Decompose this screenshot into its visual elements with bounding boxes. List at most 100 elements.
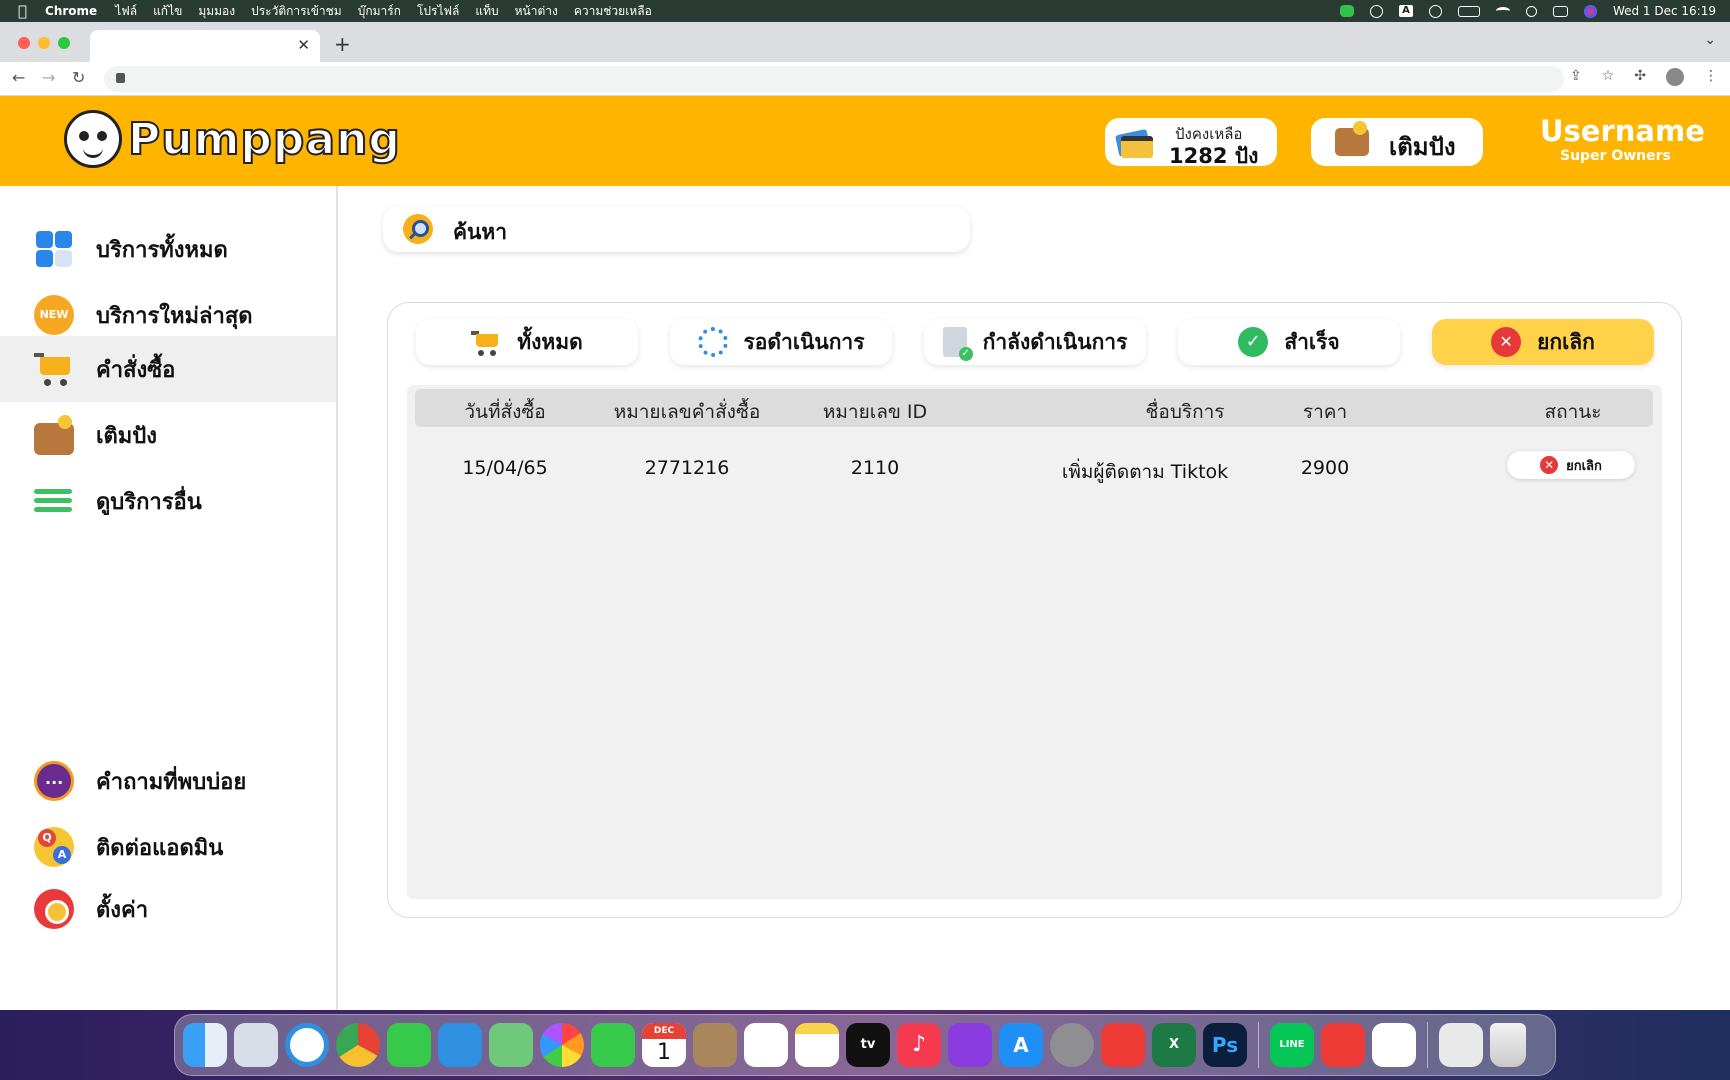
messages-icon[interactable]	[387, 1023, 431, 1067]
extensions-icon[interactable]: ✣	[1634, 68, 1646, 86]
sidebar-item-orders[interactable]: คำสั่งซื้อ	[0, 336, 336, 402]
sidebar-item-other-services[interactable]: ดูบริการอื่น	[0, 468, 336, 534]
menubar-clock[interactable]: Wed 1 Dec 16:19	[1613, 4, 1716, 18]
menu-view[interactable]: มุมมอง	[198, 2, 235, 21]
close-window-button[interactable]	[18, 37, 30, 49]
share-icon[interactable]: ⇪	[1570, 68, 1582, 86]
trash-icon[interactable]	[1490, 1023, 1526, 1067]
user-status-icon[interactable]	[1428, 4, 1442, 18]
status-badge[interactable]: ✕ ยกเลิก	[1507, 451, 1635, 479]
line-status-icon[interactable]	[1339, 5, 1354, 17]
search-input[interactable]: ค้นหา	[383, 206, 970, 252]
textedit-icon[interactable]	[1372, 1023, 1416, 1067]
anydesk-icon[interactable]	[1321, 1023, 1365, 1067]
menu-edit[interactable]: แก้ไข	[153, 2, 182, 21]
spotlight-icon[interactable]	[1525, 5, 1537, 17]
sidebar-item-contact-admin[interactable]: ติดต่อแอดมิน	[0, 814, 336, 880]
back-icon[interactable]: ←	[12, 68, 25, 87]
topup-button[interactable]: เติมปัง	[1311, 118, 1483, 166]
reload-icon[interactable]: ↻	[72, 68, 85, 87]
wifi-icon[interactable]	[1495, 7, 1510, 15]
mail-icon[interactable]	[438, 1023, 482, 1067]
search-label: ค้นหา	[453, 220, 508, 244]
bookmark-star-icon[interactable]: ☆	[1602, 68, 1615, 86]
close-tab-icon[interactable]: ✕	[297, 36, 310, 54]
maps-icon[interactable]	[489, 1023, 533, 1067]
column-header-date: วันที่สั่งซื้อ	[464, 401, 546, 423]
table-row[interactable]: 15/04/65 2771216 2110 เพิ่มผู้ติดตาม Tik…	[415, 451, 1653, 487]
filter-all-button[interactable]: ทั้งหมด	[416, 319, 638, 365]
forward-icon[interactable]: →	[42, 68, 55, 87]
sidebar-item-faq[interactable]: คำถามที่พบบ่อย	[0, 748, 336, 814]
address-bar[interactable]	[104, 66, 1564, 92]
contacts-icon[interactable]	[693, 1023, 737, 1067]
podcasts-icon[interactable]	[948, 1023, 992, 1067]
line-app-icon[interactable]: LINE	[1270, 1023, 1314, 1067]
input-source-icon[interactable]: A	[1398, 5, 1413, 17]
filter-label: รอดำเนินการ	[743, 329, 865, 354]
sidebar-item-label: บริการใหม่ล่าสุด	[96, 303, 253, 329]
zoom-window-button[interactable]	[58, 37, 70, 49]
gear-icon	[34, 889, 74, 929]
safari-icon[interactable]	[285, 1023, 329, 1067]
anydesk-icon[interactable]	[1101, 1023, 1145, 1067]
filter-success-button[interactable]: ✓ สำเร็จ	[1178, 319, 1400, 365]
profile-avatar-icon[interactable]	[1666, 68, 1684, 86]
browser-tab[interactable]: ✕	[90, 30, 320, 62]
system-preferences-icon[interactable]	[1050, 1023, 1094, 1067]
sidebar-item-label: ดูบริการอื่น	[96, 489, 202, 515]
photos-icon[interactable]	[540, 1023, 584, 1067]
dock-separator	[1258, 1022, 1259, 1068]
preview-window-icon[interactable]	[1439, 1023, 1483, 1067]
filter-label: ยกเลิก	[1537, 329, 1595, 354]
menu-bookmarks[interactable]: บุ๊กมาร์ก	[358, 2, 401, 21]
menubar-status-area: A Wed 1 Dec 16:19	[1339, 0, 1716, 22]
calendar-icon[interactable]: DEC 1	[642, 1023, 686, 1067]
app-store-icon[interactable]: A	[999, 1023, 1043, 1067]
menu-history[interactable]: ประวัติการเข้าชม	[251, 2, 342, 21]
chrome-menu-icon[interactable]: ⋮	[1704, 68, 1718, 86]
notes-icon[interactable]	[795, 1023, 839, 1067]
menubar-app-name[interactable]: Chrome	[45, 4, 97, 18]
photoshop-icon[interactable]: Ps	[1203, 1023, 1247, 1067]
excel-icon[interactable]: X	[1152, 1023, 1196, 1067]
site-logo[interactable]: Pumppang	[64, 110, 401, 168]
filter-cancelled-button[interactable]: ✕ ยกเลิก	[1432, 319, 1654, 365]
menu-tab[interactable]: แท็บ	[475, 2, 498, 21]
dock-separator	[1427, 1022, 1428, 1068]
chrome-icon[interactable]	[336, 1023, 380, 1067]
creative-cloud-icon[interactable]	[1369, 4, 1383, 18]
music-icon[interactable]: ♪	[897, 1023, 941, 1067]
apple-icon[interactable]: 	[18, 2, 27, 20]
orders-table: วันที่สั่งซื้อ หมายเลขคำสั่งซื้อ หมายเลข…	[407, 385, 1662, 899]
macos-dock: DEC 1 tv ♪ A X Ps LINE	[174, 1014, 1556, 1076]
qa-icon	[34, 827, 74, 867]
menu-profiles[interactable]: โปรไฟล์	[417, 2, 459, 21]
menu-window[interactable]: หน้าต่าง	[515, 2, 558, 21]
sidebar-item-label: บริการทั้งหมด	[96, 237, 228, 263]
macos-menubar:  Chrome ไฟล์ แก้ไข มุมมอง ประวัติการเข้…	[0, 0, 1730, 22]
minimize-window-button[interactable]	[38, 37, 50, 49]
username[interactable]: Username	[1540, 114, 1705, 148]
filter-processing-button[interactable]: กำลังดำเนินการ	[924, 319, 1146, 365]
sidebar-item-all-services[interactable]: บริการทั้งหมด	[0, 216, 336, 282]
sidebar-item-topup[interactable]: เติมปัง	[0, 402, 336, 468]
filter-pending-button[interactable]: รอดำเนินการ	[670, 319, 892, 365]
battery-icon[interactable]	[1457, 5, 1480, 17]
facetime-icon[interactable]	[591, 1023, 635, 1067]
sidebar-item-label: ติดต่อแอดมิน	[96, 835, 224, 861]
apple-tv-icon[interactable]: tv	[846, 1023, 890, 1067]
menu-help[interactable]: ความช่วยเหลือ	[574, 2, 652, 21]
monkey-mascot-icon	[64, 110, 122, 168]
sidebar-item-settings[interactable]: ตั้งค่า	[0, 876, 336, 942]
cart-icon	[34, 349, 74, 389]
siri-icon[interactable]	[1583, 4, 1597, 18]
control-center-icon[interactable]	[1552, 5, 1568, 17]
launchpad-icon[interactable]	[234, 1023, 278, 1067]
finder-icon[interactable]	[183, 1023, 227, 1067]
reminders-icon[interactable]	[744, 1023, 788, 1067]
menu-file[interactable]: ไฟล์	[115, 2, 137, 21]
tab-search-chevron-icon[interactable]: ⌄	[1704, 32, 1716, 48]
new-tab-icon[interactable]: +	[334, 32, 351, 56]
lock-icon[interactable]	[116, 73, 125, 83]
